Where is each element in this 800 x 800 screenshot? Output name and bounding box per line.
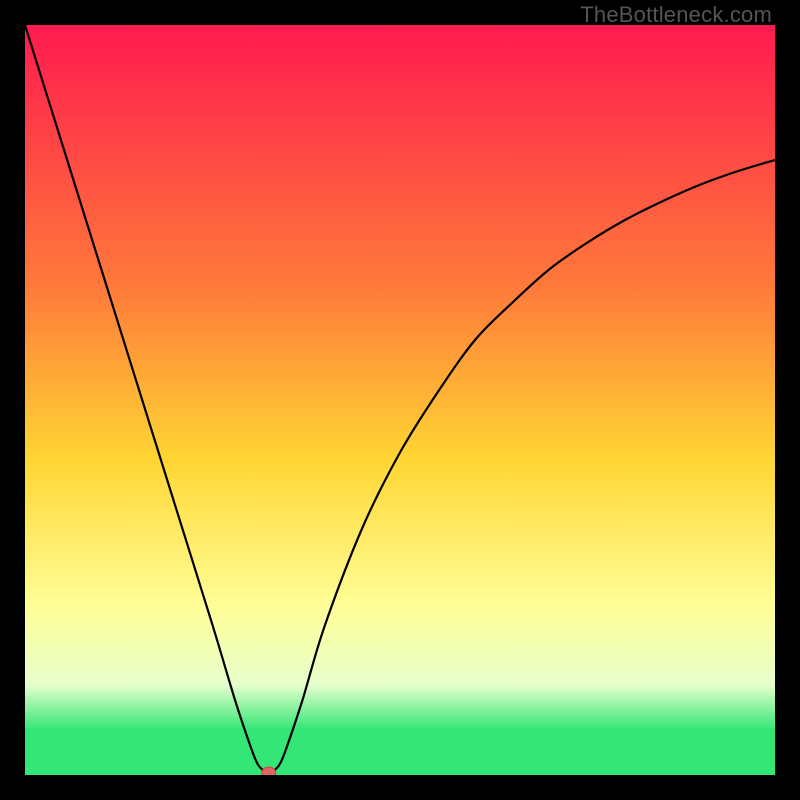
plot-area (25, 25, 775, 775)
optimal-marker (262, 767, 276, 775)
curve-layer (25, 25, 775, 775)
watermark-text: TheBottleneck.com (580, 2, 772, 28)
bottleneck-curve (25, 25, 775, 772)
chart-frame (25, 25, 775, 775)
